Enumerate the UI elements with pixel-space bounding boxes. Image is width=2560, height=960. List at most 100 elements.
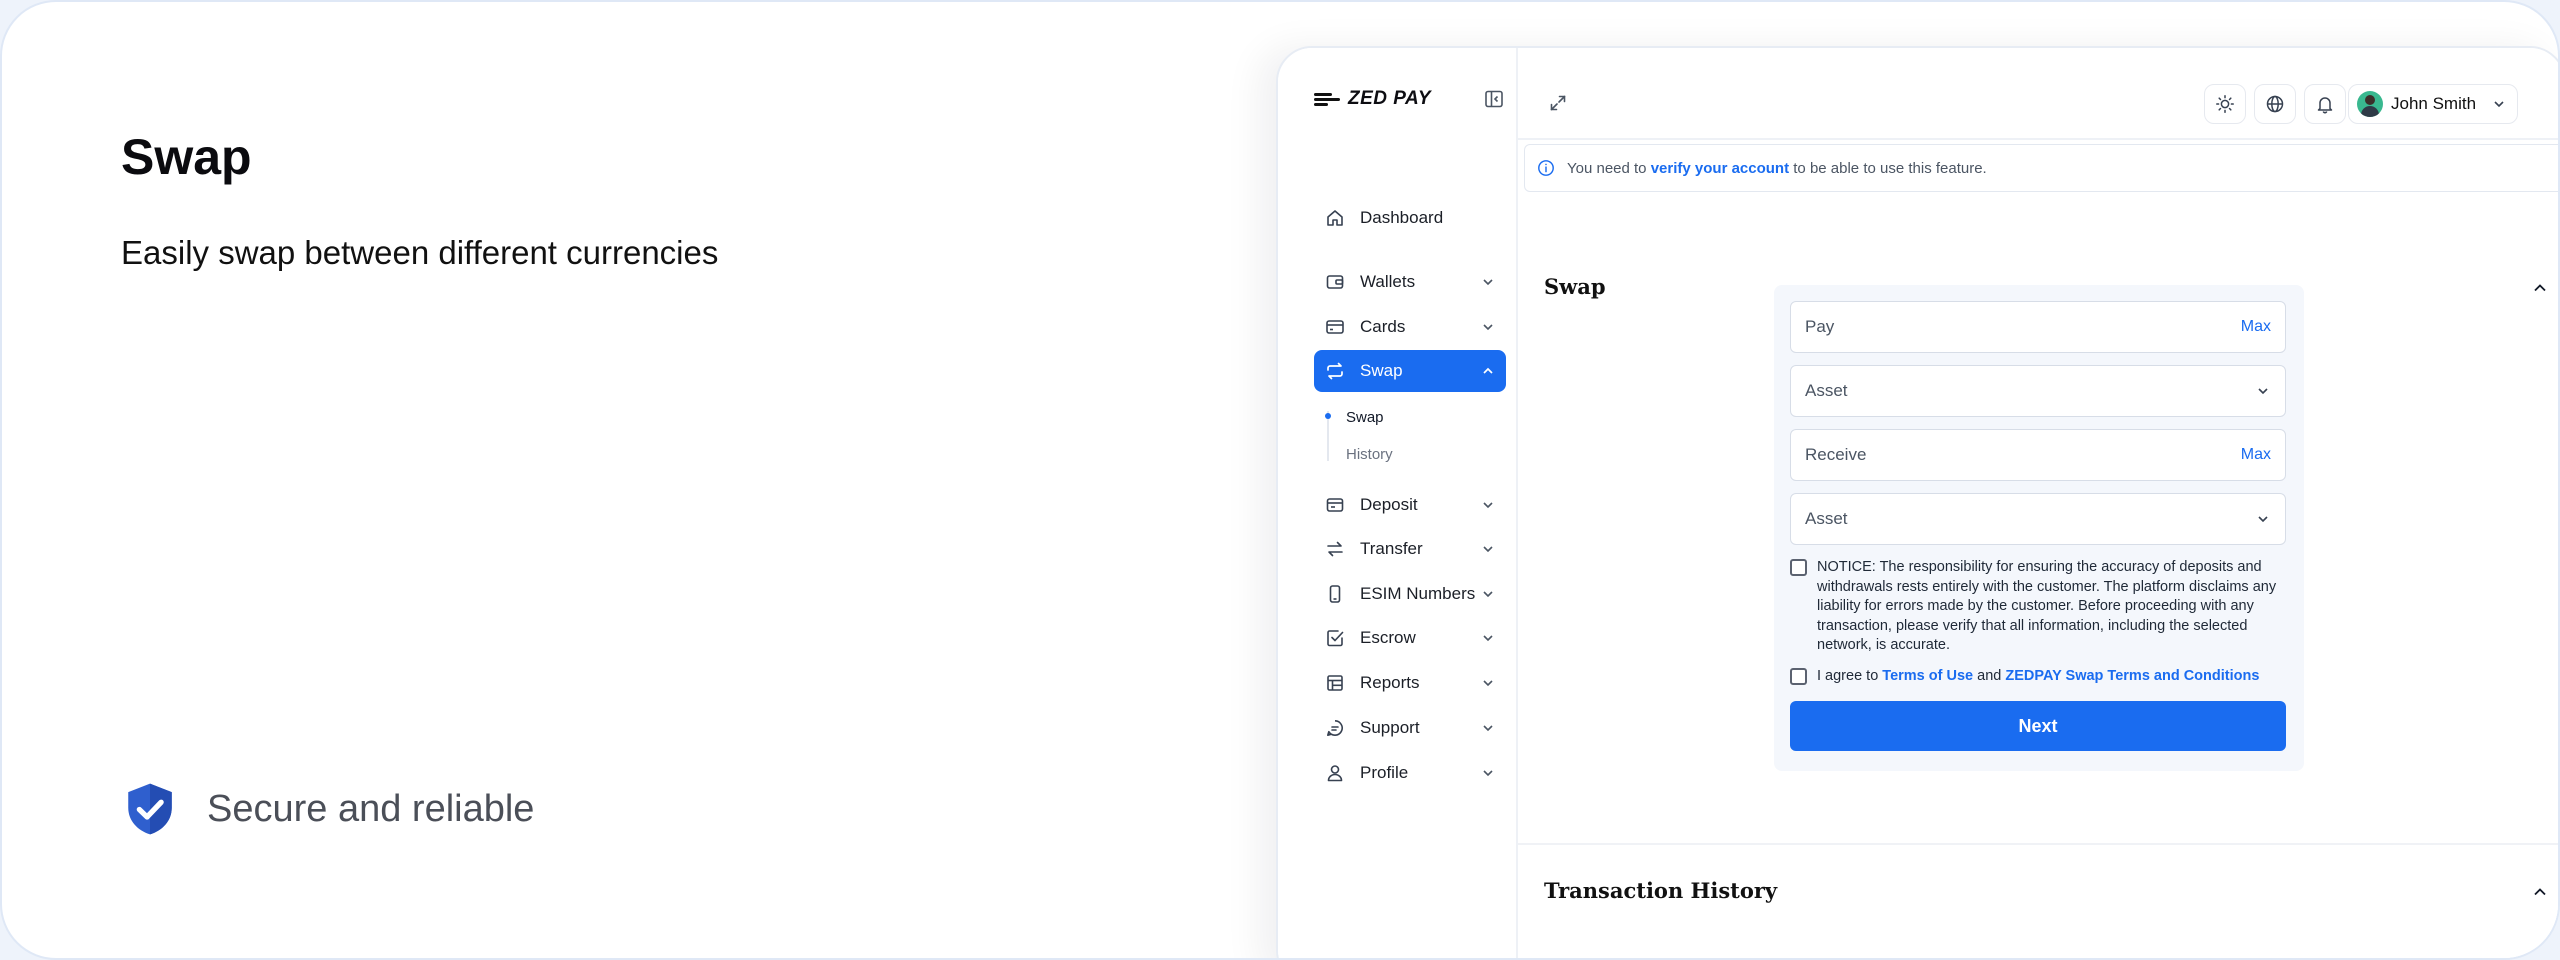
page-frame: Swap Easily swap between different curre… <box>0 0 2560 960</box>
promo-badge: Secure and reliable <box>121 780 534 838</box>
terms-and: and <box>1977 668 2002 684</box>
table-icon <box>1324 672 1346 694</box>
main-content: John Smith You need to verify your accou… <box>1518 48 2558 958</box>
sidebar-item-deposit[interactable]: Deposit <box>1314 485 1506 525</box>
terms-of-use-link[interactable]: Terms of Use <box>1882 668 1973 684</box>
chevron-down-icon <box>1483 770 1493 777</box>
chevron-down-icon <box>1483 502 1493 509</box>
terms-prefix: I agree to <box>1817 668 1879 684</box>
wallet-icon <box>1324 271 1346 293</box>
deposit-icon <box>1324 494 1346 516</box>
sidebar-item-label: Dashboard <box>1360 208 1444 227</box>
verify-alert: You need to verify your account to be ab… <box>1524 144 2558 192</box>
theme-toggle-button[interactable] <box>2204 84 2246 124</box>
submenu-item-history[interactable]: History <box>1346 446 1393 463</box>
logo-speed-icon <box>1314 90 1344 108</box>
chevron-down-icon <box>1483 725 1493 732</box>
sidebar-item-dashboard[interactable]: Dashboard <box>1314 198 1506 238</box>
chevron-down-icon <box>1483 635 1493 642</box>
terms-text: I agree to Terms of Use and ZEDPAY Swap … <box>1817 667 2259 687</box>
submenu-item-swap[interactable]: Swap <box>1346 409 1384 426</box>
chat-icon <box>1324 717 1346 739</box>
terms-checkbox[interactable] <box>1790 668 1807 685</box>
sidebar-item-profile[interactable]: Profile <box>1314 753 1506 793</box>
chevron-down-icon <box>2494 101 2504 108</box>
promo-subtitle: Easily swap between different currencies <box>121 234 719 271</box>
chevron-down-icon <box>2258 516 2268 523</box>
chevron-down-icon <box>1483 680 1493 687</box>
user-icon <box>1324 762 1346 784</box>
receive-asset-placeholder: Asset <box>1805 509 1848 528</box>
home-icon <box>1324 207 1346 229</box>
info-icon <box>1538 160 1554 176</box>
sidebar-item-label: Cards <box>1360 317 1406 336</box>
receive-placeholder: Receive <box>1805 445 1867 464</box>
terms-row: I agree to Terms of Use and ZEDPAY Swap … <box>1790 667 2290 687</box>
pay-amount-input[interactable]: Pay Max <box>1790 301 2286 353</box>
sidebar-item-label: Reports <box>1360 673 1420 692</box>
sidebar-collapse-icon[interactable] <box>1484 89 1504 109</box>
sidebar-item-label: Deposit <box>1360 495 1418 514</box>
phone-icon <box>1324 583 1346 605</box>
receive-asset-select[interactable]: Asset <box>1790 493 2286 545</box>
sidebar-item-label: Swap <box>1360 361 1403 380</box>
top-bar: John Smith <box>1518 48 2558 140</box>
sidebar-item-cards[interactable]: Cards <box>1314 307 1506 347</box>
avatar <box>2357 91 2383 117</box>
alert-text: You need to verify your account to be ab… <box>1567 160 1987 177</box>
sidebar: ZED PAY Dashboard Wallets Cards Swap Swa… <box>1278 48 1518 958</box>
verify-account-link[interactable]: verify your account <box>1651 160 1789 177</box>
sidebar-item-support[interactable]: Support <box>1314 708 1506 748</box>
swap-section-chevron-up-icon[interactable] <box>2530 278 2550 298</box>
chevron-up-icon <box>1483 367 1493 374</box>
sidebar-item-reports[interactable]: Reports <box>1314 663 1506 703</box>
sidebar-item-label: Support <box>1360 718 1420 737</box>
user-name: John Smith <box>2391 94 2477 113</box>
notice-text: NOTICE: The responsibility for ensuring … <box>1817 559 2277 653</box>
bell-icon <box>2317 97 2333 114</box>
section-divider <box>1518 843 2558 845</box>
chevron-down-icon <box>1483 279 1493 286</box>
card-icon <box>1324 316 1346 338</box>
sidebar-item-wallets[interactable]: Wallets <box>1314 262 1506 302</box>
sidebar-item-label: Escrow <box>1360 628 1416 647</box>
pay-asset-select[interactable]: Asset <box>1790 365 2286 417</box>
chevron-down-icon <box>1483 324 1493 331</box>
receive-amount-input[interactable]: Receive Max <box>1790 429 2286 481</box>
swap-form: Pay Max Asset Receive Max Asset NOTICE: … <box>1774 285 2304 771</box>
notice-row: NOTICE: The responsibility for ensuring … <box>1790 558 2290 656</box>
sidebar-item-label: Profile <box>1360 763 1409 782</box>
history-section-chevron-up-icon[interactable] <box>2530 882 2550 902</box>
brand-logo-text: ZED PAY <box>1348 88 1432 109</box>
notice-checkbox[interactable] <box>1790 559 1807 576</box>
receive-max-button[interactable]: Max <box>2241 446 2271 464</box>
next-button[interactable]: Next <box>1790 701 2286 751</box>
pay-placeholder: Pay <box>1805 317 1835 336</box>
pay-asset-placeholder: Asset <box>1805 381 1848 400</box>
pay-max-button[interactable]: Max <box>2241 318 2271 336</box>
expand-icon[interactable] <box>1548 93 1568 113</box>
chevron-down-icon <box>1483 546 1493 553</box>
promo-badge-text: Secure and reliable <box>207 787 535 830</box>
language-button[interactable] <box>2254 84 2296 124</box>
submenu-active-dot <box>1325 413 1331 419</box>
user-menu-button[interactable]: John Smith <box>2348 84 2518 124</box>
promo-title: Swap <box>121 129 252 185</box>
notifications-button[interactable] <box>2304 84 2346 124</box>
sidebar-item-swap[interactable]: Swap <box>1314 350 1506 392</box>
sidebar-item-label: ESIM Numbers <box>1360 584 1476 603</box>
swap-icon <box>1324 360 1346 382</box>
alert-text-before: You need to <box>1567 159 1647 177</box>
sidebar-item-transfer[interactable]: Transfer <box>1314 529 1506 569</box>
sidebar-item-esim-numbers[interactable]: ESIM Numbers <box>1314 574 1506 614</box>
swap-terms-link[interactable]: ZEDPAY Swap Terms and Conditions <box>2005 668 2259 684</box>
brand-logo[interactable]: ZED PAY <box>1314 88 1431 110</box>
transaction-history-title: Transaction History <box>1544 878 1778 903</box>
checkbox-icon <box>1324 627 1346 649</box>
sun-icon <box>2216 95 2234 113</box>
chevron-down-icon <box>2258 388 2268 395</box>
sidebar-item-escrow[interactable]: Escrow <box>1314 618 1506 658</box>
alert-text-after: to be able to use this feature. <box>1793 159 1987 177</box>
swap-section-title: Swap <box>1544 274 1606 299</box>
transfer-icon <box>1324 538 1346 560</box>
